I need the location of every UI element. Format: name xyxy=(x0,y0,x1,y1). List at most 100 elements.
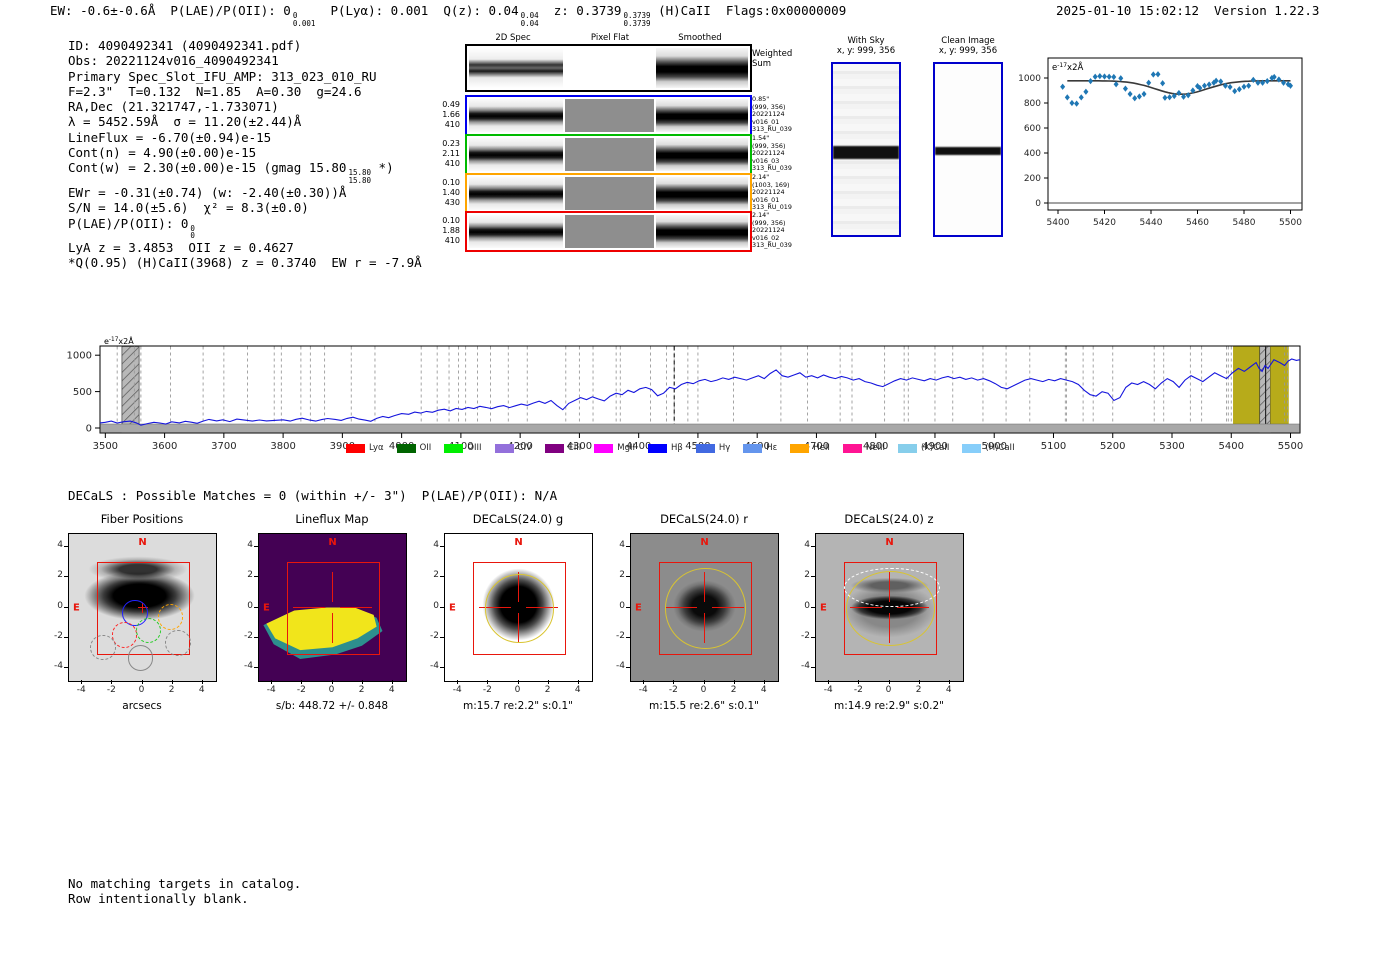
text-segment: EWr = -0.31(±0.74) (w: -2.40(±0.30))Å xyxy=(68,184,347,200)
y-tick-label: -2 xyxy=(801,630,810,641)
smoothed-image xyxy=(656,48,748,88)
legend-swatch xyxy=(396,443,416,453)
info-line: ID: 4090492341 (4090492341.pdf) xyxy=(68,38,422,53)
header-summary-line: EW: -0.6±-0.6Å P(LAE)/P(OII): 0 0 0.001 P(… xyxy=(50,3,846,28)
svg-text:5420: 5420 xyxy=(1093,218,1116,228)
footer-line-1: No matching targets in catalog. xyxy=(68,876,302,891)
compass-north: N xyxy=(514,537,523,548)
footer-line-2: Row intentionally blank. xyxy=(68,891,249,906)
legend-item: Hε xyxy=(743,443,777,453)
legend-item: Hγ xyxy=(695,443,730,453)
x-tickmark xyxy=(733,680,735,684)
spec2d-row-left-labels: 0.10 1.40 430 xyxy=(414,178,460,209)
x-tick-label: -4 xyxy=(76,685,86,695)
sup-sub-stack: 00 xyxy=(190,224,195,241)
info-line: RA,Dec (21.321747,-1.733071) xyxy=(68,99,422,114)
cutout-plot: NE xyxy=(444,533,593,682)
spec2d-row-left-labels: 0.10 1.88 410 xyxy=(414,216,460,247)
y-tickmark xyxy=(64,666,68,668)
legend-swatch xyxy=(346,443,365,453)
legend-item: Lyα xyxy=(346,443,384,453)
text-segment: S/N = 14.0(±5.6) χ² = 8.3(±0.0) xyxy=(68,200,309,216)
left-label-line: 0.10 xyxy=(442,178,460,187)
svg-text:1000: 1000 xyxy=(67,351,92,362)
zoom-chart-svg: 0 200 400 600 800 1000 5400 5420 5440 5460 5480 550… xyxy=(1018,57,1303,228)
spec2d-row-left-labels: 0.23 2.11 410 xyxy=(414,139,460,170)
legend-label: OIII xyxy=(467,443,482,453)
svg-text:5480: 5480 xyxy=(1233,218,1256,228)
y-tickmark xyxy=(254,546,258,548)
text-segment: z: 0.3739 xyxy=(538,3,622,18)
legend-label: CIII xyxy=(567,443,582,453)
y-tickmark xyxy=(811,576,815,578)
x-tick-label: -4 xyxy=(638,685,648,695)
legend-label: (H)CaII xyxy=(985,443,1015,453)
x-tick-label: -4 xyxy=(266,685,276,695)
sky-xy-line: x, y: 999, 356 xyxy=(938,46,998,56)
x-tickmark xyxy=(888,680,890,684)
text-segment: (H)CaII Flags:0x00000009 xyxy=(650,3,847,18)
y-tick-label: 2 xyxy=(619,570,625,581)
text-segment: LineFlux = -6.70(±0.94)e-15 xyxy=(68,129,272,145)
fiber-circle xyxy=(157,604,184,630)
y-tickmark xyxy=(440,606,444,608)
spec2d-row-right-labels: 0.85" (999, 356) 20221124 v016_01 313_RU_039 xyxy=(752,95,814,134)
y-tickmark xyxy=(440,546,444,548)
weighted-sum-label: Weighted Sum xyxy=(752,49,792,69)
x-tick-label: -2 xyxy=(106,685,116,695)
spec2d-column-title: Pixel Flat xyxy=(590,33,630,43)
y-tick-label: 4 xyxy=(57,540,63,551)
pixelflat-image xyxy=(565,177,654,210)
sub-value: 0.001 xyxy=(292,18,316,28)
left-label-line: 1.88 xyxy=(442,226,460,236)
pixelflat-image xyxy=(565,48,654,88)
x-tick-label: -4 xyxy=(823,685,833,695)
header-datetime-version: 2025-01-10 15:02:12 Version 1.22.3 xyxy=(1056,3,1320,18)
x-tickmark xyxy=(643,680,645,684)
aperture-ellipse xyxy=(844,567,940,608)
info-line: λ = 5452.59Å σ = 11.20(±2.44)Å xyxy=(68,114,422,129)
legend-swatch xyxy=(695,443,715,453)
y-tick-label: -4 xyxy=(244,660,253,671)
line-zoom-chart: 0 200 400 600 800 1000 5400 5420 5440 5460 5480 550… xyxy=(1005,48,1325,233)
right-label-line: 313_RU_039 xyxy=(752,164,792,172)
x-tickmark xyxy=(331,680,333,684)
info-line: P(LAE)/P(OII): 000 xyxy=(68,216,422,241)
legend-item: (H)CaII xyxy=(962,443,1015,453)
cutout-title: Fiber Positions xyxy=(100,512,184,526)
svg-text:5460: 5460 xyxy=(1186,218,1209,228)
sky-panel-with_sky xyxy=(831,62,901,237)
y-tick-label: 0 xyxy=(247,600,253,611)
sub-value: 0.3739 xyxy=(623,18,651,28)
svg-text:e-17x2Å: e-17x2Å xyxy=(104,335,134,346)
x-tick-label: 4 xyxy=(574,685,581,695)
text-segment: LyA z = 3.4853 OII z = 0.4627 xyxy=(68,240,294,256)
y-tick-label: 2 xyxy=(57,570,63,581)
spec2d-image xyxy=(469,48,563,88)
compass-north: N xyxy=(328,537,337,548)
compass-north: N xyxy=(885,537,894,548)
compass-north: N xyxy=(138,537,147,548)
svg-text:3500: 3500 xyxy=(93,441,118,452)
legend-item: CIV xyxy=(494,443,532,453)
sky-dark-band xyxy=(833,146,899,159)
cutout-title: DECaLS(24.0) g xyxy=(472,512,564,526)
compass-east: E xyxy=(820,602,827,613)
spec2d-row xyxy=(465,134,752,175)
spec2d-image xyxy=(469,99,563,132)
compass-east: E xyxy=(449,602,456,613)
y-tickmark xyxy=(811,636,815,638)
y-tickmark xyxy=(811,546,815,548)
spec2d-row xyxy=(465,95,752,136)
legend-item: MgII xyxy=(594,443,635,453)
legend-item: HeII xyxy=(790,443,830,453)
info-line: EWr = -0.31(±0.74) (w: -2.40(±0.30))Å xyxy=(68,185,422,200)
y-tick-label: 0 xyxy=(433,600,439,611)
svg-text:3800: 3800 xyxy=(270,441,295,452)
x-tick-label: -2 xyxy=(853,685,863,695)
crosshair-vertical xyxy=(331,572,334,603)
x-tick-label: 0 xyxy=(138,685,145,695)
y-tick-label: -4 xyxy=(54,660,63,671)
spec2d-row-right-labels: 2.14" (999, 356) 20221124 v016_02 313_RU_039 xyxy=(752,211,814,250)
text-segment: Obs: 20221124v016_4090492341 xyxy=(68,53,279,69)
